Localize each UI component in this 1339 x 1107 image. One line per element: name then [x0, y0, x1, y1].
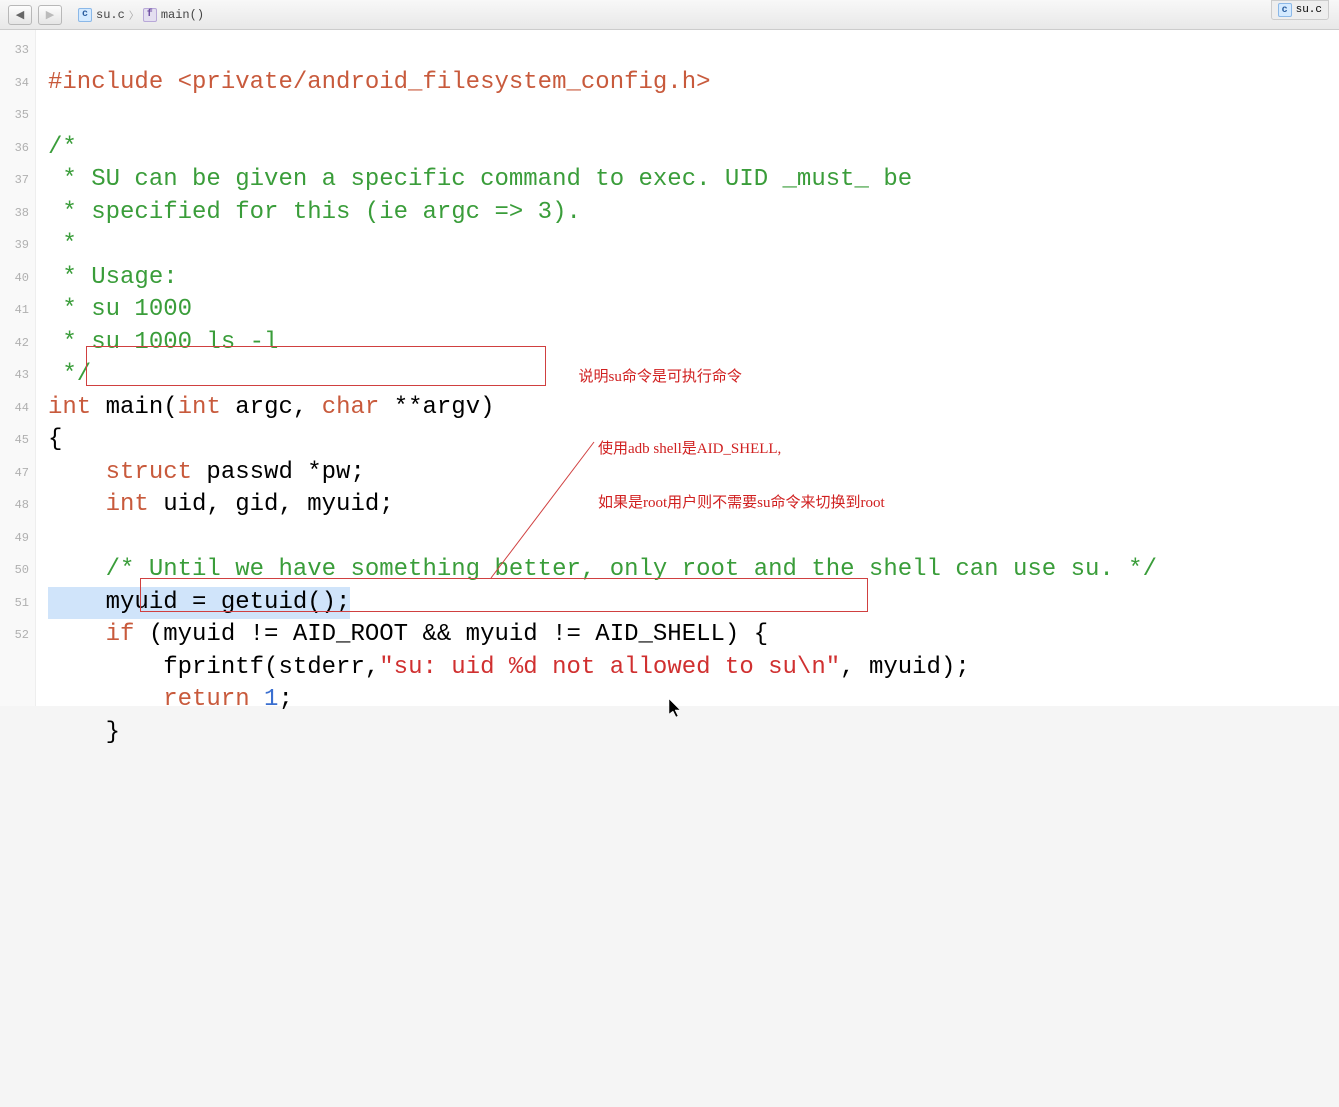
code-line: /*	[48, 134, 77, 161]
line-number: 43	[0, 359, 29, 392]
c-file-icon: c	[1278, 3, 1292, 17]
function-icon: f	[143, 8, 157, 22]
triangle-left-icon: ◀	[16, 8, 24, 22]
annotation-text-2: 使用adb shell是AID_SHELL, 如果是root用户则不需要su命令…	[598, 404, 885, 548]
code-token: argc,	[221, 394, 322, 421]
code-line: * specified for this (ie argc => 3).	[48, 199, 581, 226]
code-token: uid, gid, myuid;	[149, 491, 394, 518]
line-number: 35	[0, 99, 29, 132]
line-number: 40	[0, 262, 29, 295]
breadcrumb-function[interactable]: main()	[161, 8, 204, 22]
nav-forward-button[interactable]: ▶	[38, 5, 62, 25]
code-token: int	[178, 394, 221, 421]
code-line: * su 1000	[48, 296, 192, 323]
line-number: 52	[0, 619, 29, 652]
code-line: /* Until we have something better, only …	[106, 556, 1157, 583]
line-number: 42	[0, 327, 29, 360]
line-number: 51	[0, 587, 29, 620]
line-number: 39	[0, 229, 29, 262]
code-token: **argv)	[379, 394, 494, 421]
chevron-right-icon: 〉	[129, 7, 139, 23]
code-line: #include <private/android_filesystem_con…	[48, 69, 711, 96]
code-token: ;	[278, 686, 292, 713]
annotation-text-1: 说明su命令是可执行命令	[556, 350, 742, 404]
code-token: , myuid);	[840, 654, 970, 681]
tab-filename: su.c	[1296, 4, 1322, 16]
line-number: 38	[0, 197, 29, 230]
code-line: * Usage:	[48, 264, 178, 291]
code-line: *	[48, 231, 77, 258]
code-token: if	[106, 621, 135, 648]
code-token: fprintf(stderr,	[48, 654, 379, 681]
line-number: 44	[0, 392, 29, 425]
line-number: 48	[0, 489, 29, 522]
editor-area: 33 34 35 36 37 38 39 40 41 42 43 44 45 4…	[0, 30, 1339, 706]
code-token: main(	[91, 394, 177, 421]
code-line: {	[48, 426, 62, 453]
code-token: 1	[250, 686, 279, 713]
code-line: */	[48, 361, 91, 388]
code-content[interactable]: #include <private/android_filesystem_con…	[36, 30, 1339, 706]
code-line: * su 1000 ls -l	[48, 329, 278, 356]
code-token: passwd *pw;	[192, 459, 365, 486]
code-token: char	[322, 394, 380, 421]
line-number: 37	[0, 164, 29, 197]
line-number-gutter: 33 34 35 36 37 38 39 40 41 42 43 44 45 4…	[0, 30, 36, 706]
line-number: 49	[0, 522, 29, 555]
breadcrumb: c su.c 〉 f main()	[78, 7, 204, 23]
code-token: return	[163, 686, 249, 713]
code-line: * SU can be given a specific command to …	[48, 166, 912, 193]
code-token: int	[106, 491, 149, 518]
line-number: 34	[0, 67, 29, 100]
line-number: 33	[0, 34, 29, 67]
line-number: 41	[0, 294, 29, 327]
code-line-highlighted: myuid = getuid();	[48, 587, 350, 620]
c-file-icon: c	[78, 8, 92, 22]
line-number: 47	[0, 457, 29, 490]
line-number: 36	[0, 132, 29, 165]
navigation-toolbar: ◀ ▶ c su.c 〉 f main()	[0, 0, 1339, 30]
line-number: 50	[0, 554, 29, 587]
nav-back-button[interactable]: ◀	[8, 5, 32, 25]
editor-tab[interactable]: c su.c	[1271, 0, 1329, 20]
code-token: int	[48, 394, 91, 421]
code-token: "su: uid %d not allowed to su\n"	[379, 654, 840, 681]
breadcrumb-file[interactable]: su.c	[96, 8, 125, 22]
code-line: }	[48, 719, 120, 746]
triangle-right-icon: ▶	[46, 8, 54, 22]
code-token: struct	[106, 459, 192, 486]
line-number: 45	[0, 424, 29, 457]
code-token: (myuid != AID_ROOT && myuid != AID_SHELL…	[134, 621, 768, 648]
